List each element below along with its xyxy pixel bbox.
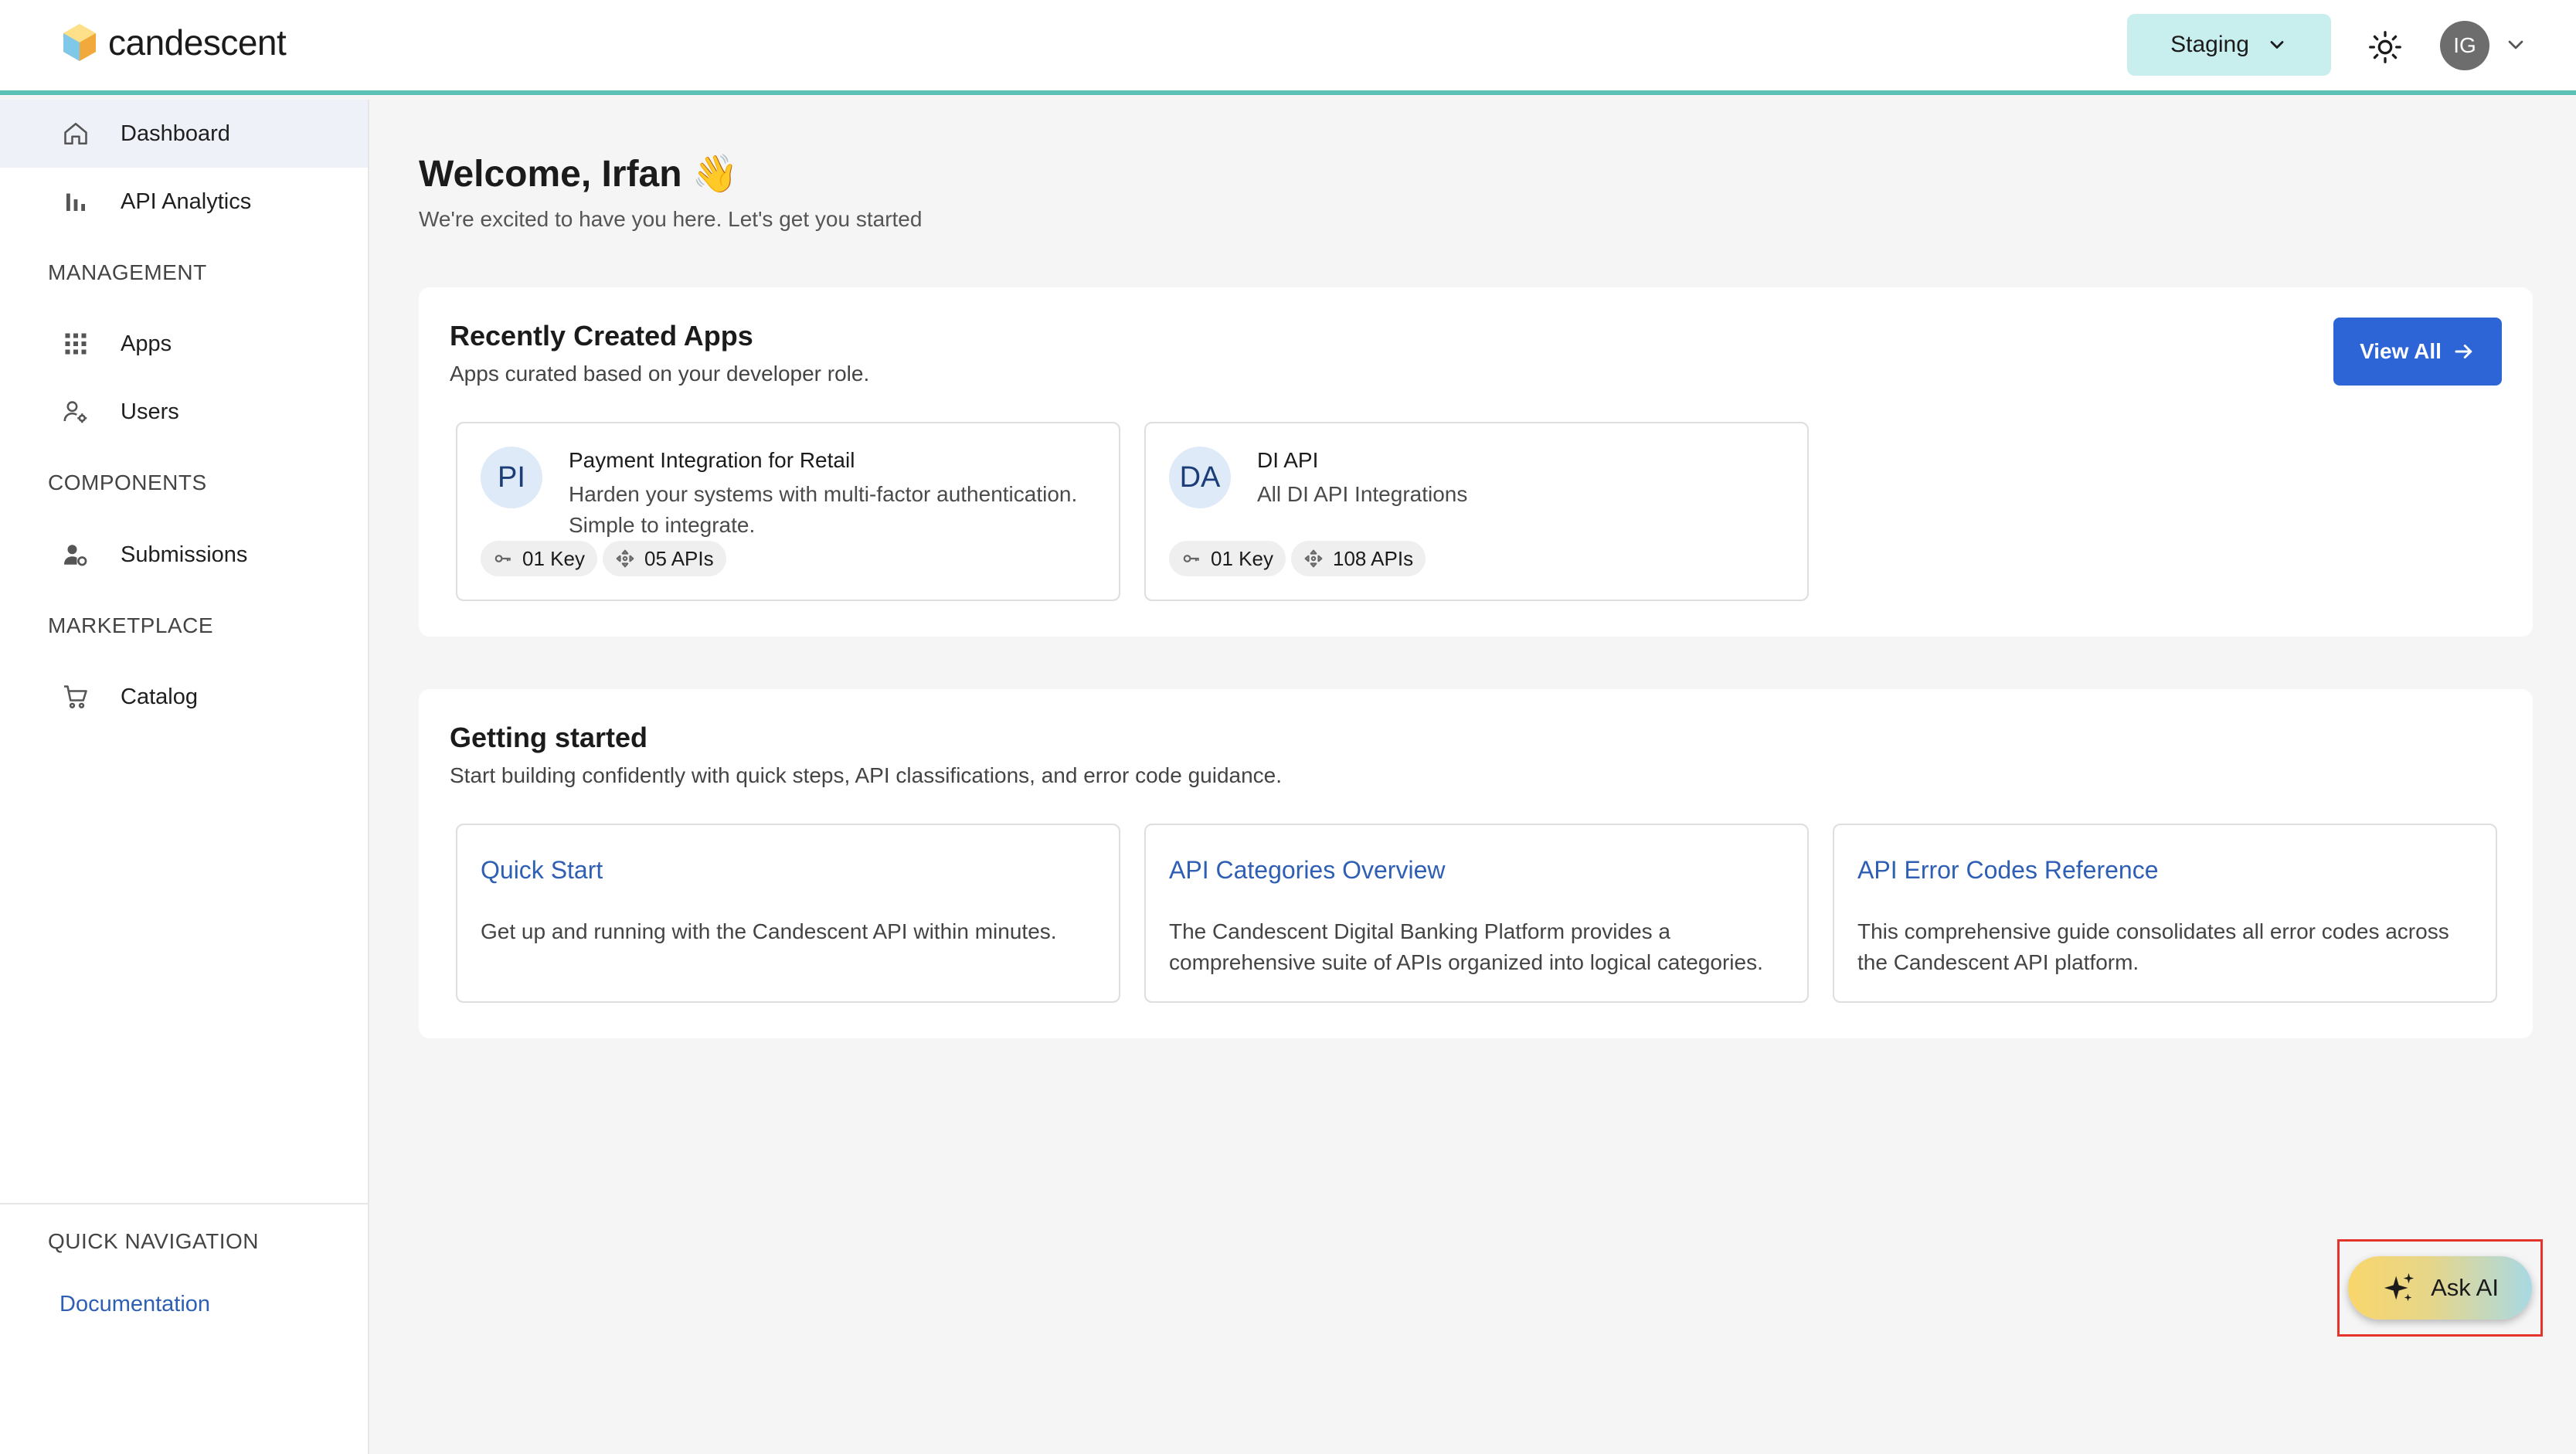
arrow-right-icon — [2455, 345, 2472, 358]
sidebar-section-quick-navigation: QUICK NAVIGATION — [48, 1229, 259, 1253]
sidebar-item-catalog[interactable]: Catalog — [0, 663, 368, 731]
guide-description: Get up and running with the Candescent A… — [481, 919, 1057, 943]
app-avatar: DA — [1169, 447, 1231, 508]
bar-chart-icon — [66, 193, 85, 211]
keys-count: 01 Key — [1211, 546, 1273, 570]
top-header: candescent Staging IG — [0, 0, 2576, 95]
view-all-button[interactable]: View All — [2333, 318, 2502, 386]
wave-emoji-icon: 👋 — [692, 154, 739, 195]
ask-ai-label: Ask AI — [2431, 1274, 2499, 1301]
key-icon — [1183, 555, 1199, 562]
user-gear-icon — [64, 545, 87, 566]
sidebar-section-marketplace: MARKETPLACE — [48, 613, 213, 637]
api-icon — [616, 549, 634, 568]
sidebar-item-label: Apps — [121, 331, 172, 356]
sun-icon — [2369, 31, 2401, 63]
app-card[interactable]: DA DI API All DI API Integrations 01 Key… — [1144, 422, 1809, 601]
app-avatar: PI — [481, 447, 542, 508]
sidebar-divider — [0, 1203, 368, 1204]
user-settings-icon — [63, 401, 87, 423]
guide-description: This comprehensive guide consolidates al… — [1857, 919, 2449, 974]
app-description: All DI API Integrations — [1257, 482, 1468, 506]
page-title: Welcome, Irfan 👋 — [419, 151, 739, 195]
documentation-link[interactable]: Documentation — [59, 1292, 210, 1317]
chevron-down-icon — [2270, 41, 2284, 49]
sidebar-item-submissions[interactable]: Submissions — [0, 521, 368, 589]
environment-selector[interactable]: Staging — [2127, 14, 2331, 76]
apis-count: 05 APIs — [644, 546, 714, 570]
guide-title[interactable]: API Categories Overview — [1169, 856, 1445, 885]
sidebar-item-users[interactable]: Users — [0, 378, 368, 446]
sidebar-item-label: Submissions — [121, 542, 248, 567]
candescent-logo-icon — [63, 24, 96, 61]
app-name: Payment Integration for Retail — [569, 448, 855, 472]
sidebar-item-api-analytics[interactable]: API Analytics — [0, 168, 368, 236]
home-icon — [64, 122, 87, 145]
theme-toggle-button[interactable] — [2364, 26, 2406, 68]
sidebar-section-management: MANAGEMENT — [48, 260, 207, 284]
sidebar-item-apps[interactable]: Apps — [0, 310, 368, 378]
api-icon — [1304, 549, 1323, 568]
sidebar-item-label: API Analytics — [121, 189, 252, 214]
brand-name: candescent — [108, 22, 287, 63]
recent-apps-subtitle: Apps curated based on your developer rol… — [450, 362, 870, 386]
recent-apps-title: Recently Created Apps — [450, 320, 753, 352]
ask-ai-button[interactable]: Ask AI — [2348, 1256, 2532, 1320]
guide-card-api-categories[interactable]: API Categories Overview The Candescent D… — [1144, 824, 1809, 1003]
apis-count: 108 APIs — [1333, 546, 1414, 570]
sidebar-section-components: COMPONENTS — [48, 471, 207, 494]
getting-started-title: Getting started — [450, 722, 648, 753]
keys-count: 01 Key — [522, 546, 585, 570]
user-avatar[interactable]: IG — [2440, 21, 2489, 70]
cart-icon — [64, 685, 87, 708]
sidebar-item-label: Catalog — [121, 684, 198, 709]
guide-title[interactable]: Quick Start — [481, 856, 603, 885]
guide-card-quick-start[interactable]: Quick Start Get up and running with the … — [456, 824, 1120, 1003]
sidebar-item-dashboard[interactable]: Dashboard — [0, 100, 368, 168]
keys-badge: 01 Key — [481, 541, 597, 576]
app-description: Harden your systems with multi-factor au… — [569, 482, 1078, 537]
keys-badge: 01 Key — [1169, 541, 1286, 576]
grid-icon — [65, 333, 87, 355]
welcome-greeting: Welcome, — [419, 154, 592, 195]
view-all-label: View All — [2360, 339, 2442, 363]
sidebar-item-label: Users — [121, 399, 179, 424]
key-icon — [494, 555, 511, 562]
getting-started-subtitle: Start building confidently with quick st… — [450, 763, 1283, 787]
brand-logo[interactable]: candescent — [62, 22, 287, 63]
environment-label: Staging — [2170, 32, 2249, 57]
user-menu-chevron-icon[interactable] — [2503, 32, 2528, 57]
welcome-name: Irfan — [601, 154, 682, 195]
guide-card-error-codes[interactable]: API Error Codes Reference This comprehen… — [1833, 824, 2497, 1003]
guide-description: The Candescent Digital Banking Platform … — [1169, 919, 1763, 974]
apis-badge: 05 APIs — [603, 541, 726, 576]
sidebar-item-label: Dashboard — [121, 121, 230, 146]
sparkles-icon — [2384, 1272, 2415, 1302]
app-name: DI API — [1257, 448, 1319, 472]
app-card[interactable]: PI Payment Integration for Retail Harden… — [456, 422, 1120, 601]
apis-badge: 108 APIs — [1291, 541, 1426, 576]
guide-title[interactable]: API Error Codes Reference — [1857, 856, 2159, 885]
page-subtitle: We're excited to have you here. Let's ge… — [419, 207, 923, 231]
sidebar: Dashboard API Analytics MANAGEMENT Apps … — [0, 100, 369, 1454]
